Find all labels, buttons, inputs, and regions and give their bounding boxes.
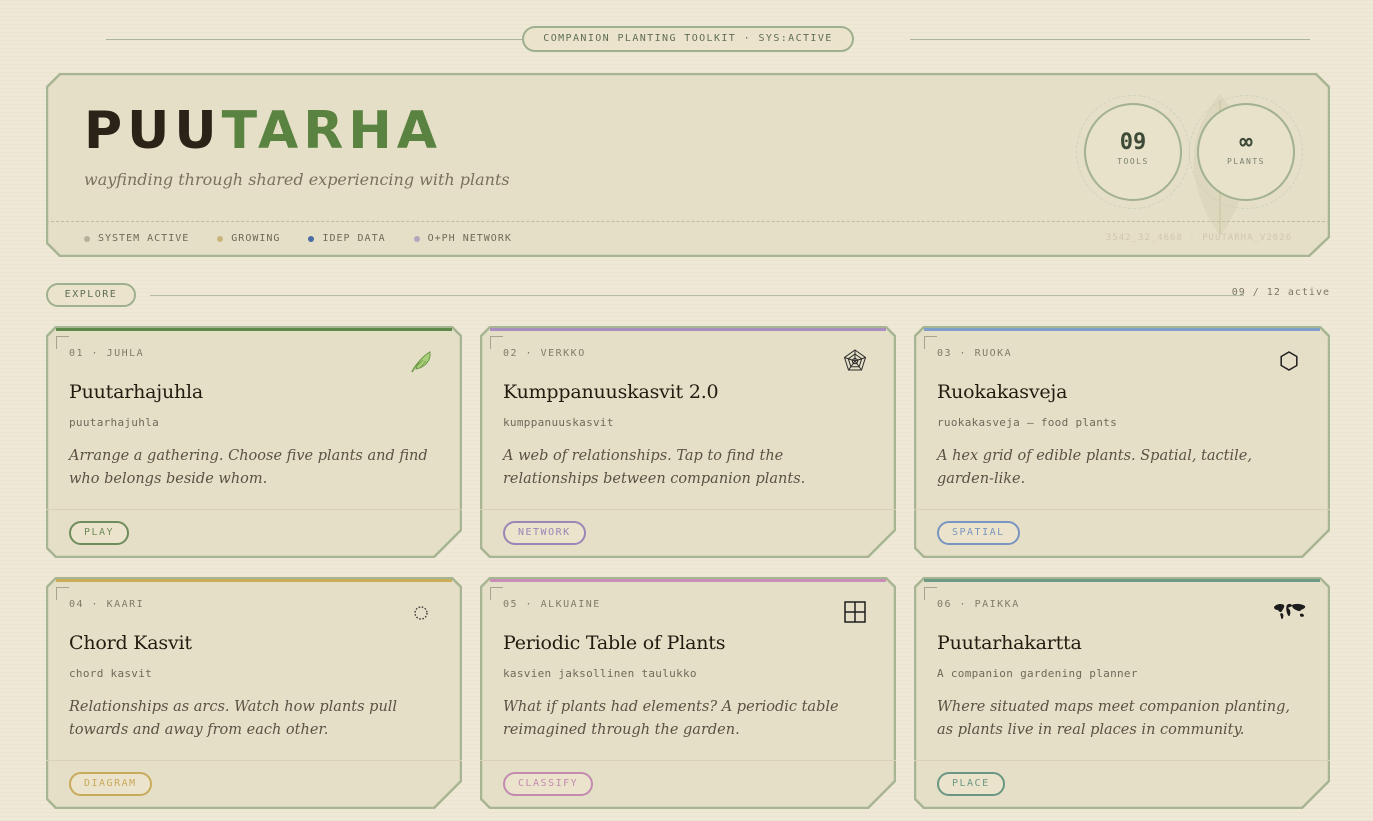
- leaf-icon: [411, 351, 431, 373]
- card-accent: [56, 579, 452, 582]
- stat-tools-value: 09: [1119, 130, 1147, 155]
- card-subtitle: ruokakasveja — food plants: [937, 416, 1117, 429]
- status-dot-icon: [217, 236, 223, 242]
- stat-tools: 09 TOOLS: [1084, 103, 1182, 201]
- card-corner-mark: [56, 587, 69, 600]
- dotted-circle-icon: [414, 606, 428, 620]
- tool-card-chord-kasvit[interactable]: 04 · KAARI Chord Kasvit chord kasvit Rel…: [46, 577, 462, 809]
- card-subtitle: kasvien jaksollinen taulukko: [503, 667, 697, 680]
- tag-classify[interactable]: CLASSIFY: [503, 772, 594, 796]
- tool-card-periodic-table[interactable]: 05 · ALKUAINE Periodic Table of Plants k…: [480, 577, 896, 809]
- card-corner-mark: [490, 336, 503, 349]
- explore-rule: [150, 295, 1244, 296]
- status-oph-network: O+PH NETWORK: [414, 233, 512, 244]
- card-subtitle: chord kasvit: [69, 667, 153, 680]
- card-number: 04 · KAARI: [69, 599, 145, 610]
- stat-plants: ∞ PLANTS: [1197, 103, 1295, 201]
- status-growing: GROWING: [217, 233, 280, 244]
- hero-divider: [46, 221, 1330, 222]
- stat-tools-label: TOOLS: [1117, 157, 1149, 166]
- status-label: SYSTEM ACTIVE: [98, 233, 190, 244]
- card-title: Kumppanuuskasvit 2.0: [503, 381, 719, 403]
- app-subtitle: wayfinding through shared experiencing w…: [84, 170, 510, 189]
- card-subtitle: A companion gardening planner: [937, 667, 1138, 680]
- tool-card-kumppanuuskasvit[interactable]: 02 · VERKKO Kumppanuuskasvit 2.0 kumppan…: [480, 326, 896, 558]
- card-description: What if plants had elements? A periodic …: [503, 699, 839, 738]
- card-corner-mark: [490, 587, 503, 600]
- card-divider: [46, 509, 462, 510]
- card-title: Chord Kasvit: [69, 632, 192, 654]
- card-number: 05 · ALKUAINE: [503, 599, 601, 610]
- card-number: 02 · VERKKO: [503, 348, 586, 359]
- stat-plants-value: ∞: [1239, 130, 1253, 155]
- status-row: SYSTEM ACTIVE GROWING IDEP DATA O+PH NET…: [84, 233, 512, 244]
- app-title: PUUTARHA: [84, 103, 442, 159]
- world-map-icon: [1274, 603, 1306, 620]
- status-dot-icon: [414, 236, 420, 242]
- grid-icon: [844, 601, 866, 623]
- card-title: Puutarhakartta: [937, 632, 1082, 654]
- hero-panel: PUUTARHA wayfinding through shared exper…: [46, 73, 1330, 257]
- card-subtitle: puutarhajuhla: [69, 416, 159, 429]
- stat-plants-label: PLANTS: [1227, 157, 1265, 166]
- status-dot-icon: [308, 236, 314, 242]
- tag-diagram[interactable]: DIAGRAM: [69, 772, 152, 796]
- tag-network[interactable]: NETWORK: [503, 521, 586, 545]
- status-label: GROWING: [231, 233, 281, 244]
- top-rule-left: [106, 39, 526, 40]
- card-accent: [924, 328, 1320, 331]
- card-corner-mark: [56, 336, 69, 349]
- tool-card-puutarhakartta[interactable]: 06 · PAIKKA Puutarhakartta A companion g…: [914, 577, 1330, 809]
- card-divider: [480, 509, 896, 510]
- status-dot-icon: [84, 236, 90, 242]
- card-accent: [490, 579, 886, 582]
- tag-spatial[interactable]: SPATIAL: [937, 521, 1020, 545]
- status-label: O+PH NETWORK: [427, 233, 512, 244]
- card-title: Ruokakasveja: [937, 381, 1068, 403]
- card-corner-mark: [924, 587, 937, 600]
- explore-bar: EXPLORE 09 / 12 active: [46, 283, 1330, 307]
- app-title-part-1: PUU: [84, 101, 222, 161]
- card-number: 03 · RUOKA: [937, 348, 1013, 359]
- top-rule-right: [910, 39, 1310, 40]
- card-number: 01 · JUHLA: [69, 348, 145, 359]
- card-corner-mark: [924, 336, 937, 349]
- card-accent: [56, 328, 452, 331]
- card-divider: [914, 509, 1330, 510]
- system-badge: COMPANION PLANTING TOOLKIT · SYS:ACTIVE: [522, 26, 854, 52]
- tag-play[interactable]: PLAY: [69, 521, 130, 545]
- tool-card-ruokakasveja[interactable]: 03 · RUOKA Ruokakasveja ruokakasveja — f…: [914, 326, 1330, 558]
- card-description: A web of relationships. Tap to find the …: [503, 448, 806, 487]
- card-subtitle: kumppanuuskasvit: [503, 416, 614, 429]
- card-divider: [46, 760, 462, 761]
- status-system-active: SYSTEM ACTIVE: [84, 233, 189, 244]
- explore-button[interactable]: EXPLORE: [46, 283, 136, 307]
- card-accent: [924, 579, 1320, 582]
- card-description: A hex grid of edible plants. Spatial, ta…: [937, 448, 1252, 487]
- top-bar: COMPANION PLANTING TOOLKIT · SYS:ACTIVE: [46, 26, 1330, 52]
- card-number: 06 · PAIKKA: [937, 599, 1020, 610]
- status-label: IDEP DATA: [322, 233, 386, 244]
- card-divider: [480, 760, 896, 761]
- card-title: Puutarhajuhla: [69, 381, 204, 403]
- hexagon-icon: [1280, 351, 1298, 371]
- card-accent: [490, 328, 886, 331]
- app-title-part-2: TARHA: [221, 101, 443, 161]
- card-title: Periodic Table of Plants: [503, 632, 726, 654]
- active-count: 09 / 12 active: [1231, 287, 1330, 298]
- tool-card-puutarhajuhla[interactable]: 01 · JUHLA Puutarhajuhla puutarhajuhla A…: [46, 326, 462, 558]
- card-divider: [914, 760, 1330, 761]
- card-description: Arrange a gathering. Choose five plants …: [69, 448, 428, 487]
- version-code: 3542_32_4668 · PUUTARHA_V2026: [1105, 233, 1292, 243]
- web-icon: [843, 349, 867, 371]
- card-description: Where situated maps meet companion plant…: [937, 699, 1290, 738]
- status-idep-data: IDEP DATA: [308, 233, 385, 244]
- card-description: Relationships as arcs. Watch how plants …: [69, 699, 398, 738]
- tag-place[interactable]: PLACE: [937, 772, 1005, 796]
